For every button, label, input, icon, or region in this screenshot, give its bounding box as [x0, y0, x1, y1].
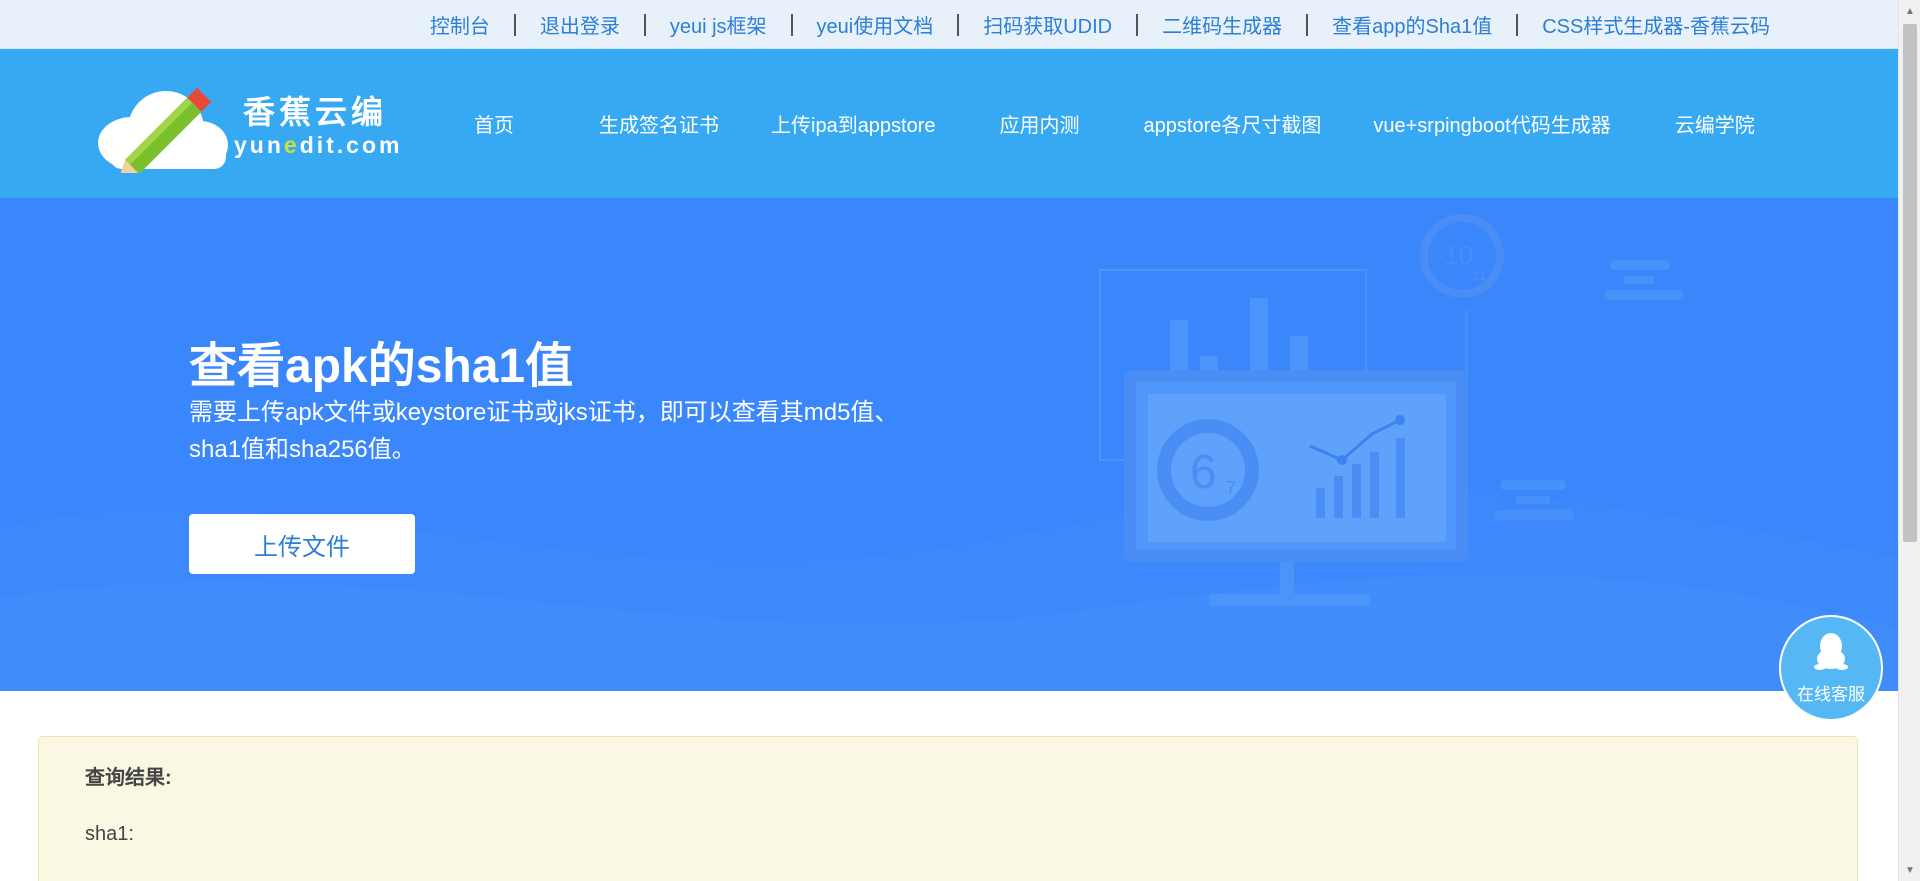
- top-link-yeui-js[interactable]: yeui js框架: [670, 10, 767, 39]
- top-link-console[interactable]: 控制台: [430, 10, 490, 39]
- top-link-separator: [790, 13, 793, 36]
- top-link-separator: [1306, 13, 1309, 36]
- top-link-separator: [643, 13, 646, 36]
- nav-item-beta-test[interactable]: 应用内测: [1000, 109, 1080, 138]
- nav-item-upload-ipa[interactable]: 上传ipa到appstore: [771, 109, 936, 138]
- logo-en-highlight: e: [283, 132, 300, 158]
- top-utility-bar: 控制台 退出登录 yeui js框架 yeui使用文档 扫码获取UDID 二维码…: [0, 0, 1898, 49]
- nav-item-academy[interactable]: 云编学院: [1675, 109, 1755, 138]
- online-service-button[interactable]: 在线客服: [1781, 617, 1881, 719]
- online-service-label: 在线客服: [1797, 685, 1865, 704]
- nav-item-code-generator[interactable]: vue+srpingboot代码生成器: [1373, 109, 1610, 138]
- hero-description: 需要上传apk文件或keystore证书或jks证书，即可以查看其md5值、sh…: [189, 399, 899, 463]
- top-link-separator: [957, 13, 960, 36]
- top-link-logout[interactable]: 退出登录: [540, 10, 620, 39]
- nav-item-appstore-screenshots[interactable]: appstore各尺寸截图: [1144, 109, 1322, 138]
- top-link-yeui-docs[interactable]: yeui使用文档: [817, 10, 934, 39]
- illus-number-top-sub: 11: [1472, 267, 1487, 283]
- logo-brand-cn: 香蕉云编: [243, 94, 388, 130]
- top-link-separator: [1136, 13, 1139, 36]
- top-link-css-generator[interactable]: CSS样式生成器-香蕉云码: [1542, 10, 1770, 39]
- monitor-chart-illustration-icon: 6 7 10 11: [1099, 214, 1684, 606]
- upload-file-button[interactable]: 上传文件: [189, 514, 415, 574]
- nav-item-signing-cert[interactable]: 生成签名证书: [599, 109, 719, 138]
- top-link-separator: [1516, 13, 1519, 36]
- logo-en-suffix: dit.com: [299, 132, 403, 158]
- hero-title: 查看apk的sha1值: [189, 340, 574, 393]
- scroll-up-arrow-icon[interactable]: ▲: [1899, 0, 1920, 22]
- illus-number-large-sub: 7: [1226, 478, 1236, 498]
- hero-banner: 6 7 10 11 查看apk的sha1值 需要上传apk文件或keystore…: [0, 198, 1898, 691]
- top-link-app-sha1[interactable]: 查看app的Sha1值: [1332, 10, 1492, 39]
- sha1-label: sha1:: [85, 823, 134, 845]
- illus-number-large: 6: [1190, 446, 1217, 499]
- nav-item-home[interactable]: 首页: [474, 109, 514, 138]
- scroll-down-arrow-icon[interactable]: ▼: [1899, 859, 1920, 881]
- top-link-qrcode[interactable]: 二维码生成器: [1162, 10, 1282, 39]
- qq-penguin-icon: [1814, 633, 1848, 670]
- scrollbar-thumb[interactable]: [1903, 24, 1917, 542]
- nav-menu: 首页 生成签名证书 上传ipa到appstore 应用内测 appstore各尺…: [428, 49, 1755, 198]
- logo-en-prefix: yun: [234, 132, 284, 158]
- main-navbar: 香蕉云编 yunedit.com 首页 生成签名证书 上传ipa到appstor…: [0, 49, 1898, 198]
- query-result-panel: 查询结果: sha1:: [38, 736, 1858, 881]
- illus-number-top: 10: [1444, 240, 1473, 270]
- top-link-udid[interactable]: 扫码获取UDID: [983, 10, 1112, 39]
- page-scrollbar[interactable]: ▲ ▼: [1898, 0, 1920, 881]
- top-links: 控制台 退出登录 yeui js框架 yeui使用文档 扫码获取UDID 二维码…: [430, 0, 1770, 49]
- logo-brand-en: yunedit.com: [234, 132, 402, 159]
- result-heading: 查询结果:: [85, 767, 172, 789]
- top-link-separator: [513, 13, 516, 36]
- site-logo[interactable]: 香蕉云编 yunedit.com: [96, 83, 399, 182]
- cloud-pencil-logo-icon: [98, 87, 228, 182]
